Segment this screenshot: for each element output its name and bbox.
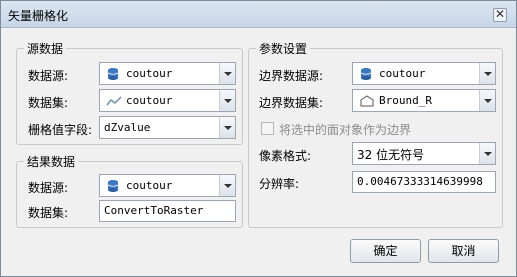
boundary-dataset-value: Bround_R (379, 94, 432, 107)
raster-field-label: 栅格值字段: (28, 123, 93, 137)
result-dataset-value: ConvertToRaster (104, 204, 204, 217)
vector-rasterize-dialog: 矢量栅格化 ✕ 源数据 数据源: coutour 数据集: coutour 栅格… (0, 0, 517, 277)
region-dataset-icon (360, 95, 374, 107)
database-icon (107, 180, 119, 192)
line-dataset-icon (106, 96, 122, 106)
boundary-datasource-value: coutour (379, 67, 426, 80)
use-selection-label: 将选中的面对象作为边界 (279, 123, 412, 137)
chevron-down-icon[interactable] (219, 117, 235, 138)
result-datasource-label: 数据源: (28, 181, 69, 195)
resolution-value: 0.00467333314639998 (357, 175, 483, 188)
source-data-group-title: 源数据 (24, 40, 67, 57)
resolution-input[interactable]: 0.00467333314639998 (352, 171, 496, 193)
ok-button[interactable]: 确定 (350, 239, 421, 263)
source-dataset-label: 数据集: (28, 96, 69, 110)
database-icon (107, 68, 119, 80)
close-icon: ✕ (494, 7, 506, 21)
chevron-down-icon[interactable] (479, 90, 495, 111)
source-datasource-value: coutour (126, 67, 173, 80)
parameter-settings-group-title: 参数设置 (256, 40, 311, 57)
boundary-dataset-label: 边界数据集: (259, 96, 324, 110)
source-datasource-select[interactable]: coutour (99, 62, 236, 85)
result-dataset-input[interactable]: ConvertToRaster (99, 200, 236, 222)
raster-field-value: dZvalue (104, 121, 151, 134)
pixel-format-label: 像素格式: (259, 149, 312, 163)
boundary-datasource-select[interactable]: coutour (352, 62, 496, 85)
chevron-down-icon[interactable] (219, 175, 235, 196)
result-dataset-label: 数据集: (28, 206, 69, 220)
close-button[interactable]: ✕ (493, 8, 507, 22)
use-selection-checkbox[interactable] (261, 122, 274, 135)
boundary-datasource-label: 边界数据源: (259, 69, 324, 83)
dialog-title: 矢量栅格化 (8, 9, 69, 23)
boundary-dataset-select[interactable]: Bround_R (352, 89, 496, 112)
chevron-down-icon[interactable] (219, 63, 235, 84)
title-bar: 矢量栅格化 ✕ (1, 1, 516, 28)
result-datasource-value: coutour (126, 179, 173, 192)
result-data-group-title: 结果数据 (24, 153, 79, 170)
chevron-down-icon[interactable] (479, 63, 495, 84)
source-dataset-select[interactable]: coutour (99, 89, 236, 112)
cancel-button[interactable]: 取消 (428, 239, 499, 263)
chevron-down-icon[interactable] (219, 90, 235, 111)
result-datasource-select[interactable]: coutour (99, 174, 236, 197)
resolution-label: 分辨率: (259, 177, 300, 191)
chevron-down-icon[interactable] (479, 143, 495, 164)
pixel-format-select[interactable]: 32 位无符号 (352, 142, 496, 165)
database-icon (360, 68, 372, 80)
source-datasource-label: 数据源: (28, 69, 69, 83)
pixel-format-value: 32 位无符号 (357, 148, 425, 162)
raster-field-select[interactable]: dZvalue (99, 116, 236, 139)
source-dataset-value: coutour (126, 94, 173, 107)
